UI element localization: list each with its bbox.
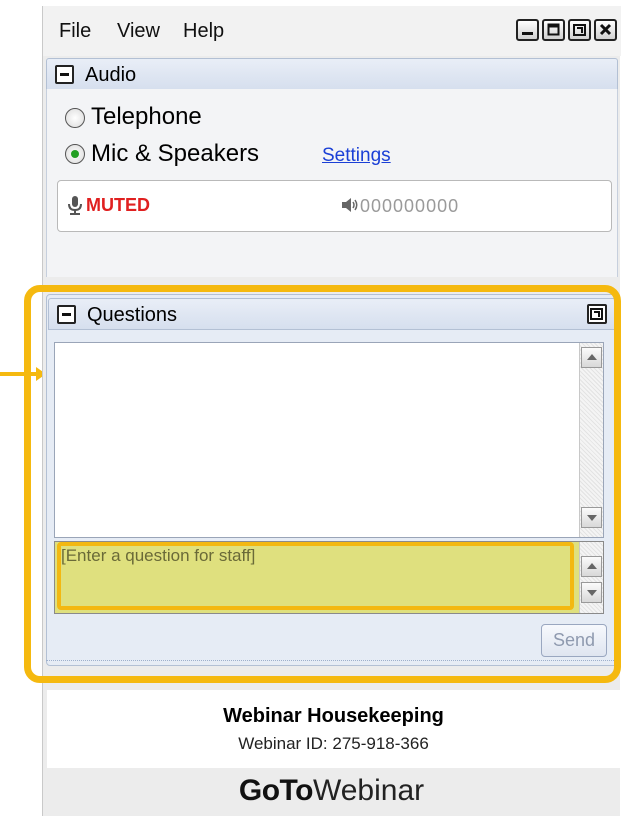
speaker-icon — [342, 198, 358, 212]
webinar-id: Webinar ID: 275-918-366 — [238, 734, 429, 753]
restore-icon — [573, 24, 586, 36]
questions-log[interactable] — [54, 342, 604, 538]
questions-log-scrollbar[interactable] — [579, 343, 603, 537]
question-input-scrollbar[interactable] — [579, 542, 603, 613]
popout-icon — [590, 308, 603, 320]
questions-panel-title: Questions — [87, 304, 178, 326]
audio-panel-title: Audio — [85, 64, 137, 86]
scroll-up-icon[interactable] — [581, 556, 602, 577]
question-input-box — [54, 541, 604, 614]
minimize-button[interactable] — [516, 19, 539, 41]
question-input[interactable] — [55, 542, 579, 613]
webinar-info: Webinar Housekeeping Webinar ID: 275-918… — [47, 690, 620, 768]
muted-status[interactable]: MUTED — [86, 195, 150, 215]
gotowebinar-control-panel: File View Help Audio Telephone Mic & Spe… — [42, 6, 621, 816]
panel-divider — [46, 660, 618, 666]
collapse-icon[interactable] — [55, 65, 74, 84]
minimize-icon — [522, 32, 533, 35]
settings-link[interactable]: Settings — [322, 145, 391, 167]
menu-file[interactable]: File — [59, 20, 91, 42]
radio-telephone[interactable] — [65, 108, 85, 128]
menu-view[interactable]: View — [117, 20, 160, 42]
maximize-button[interactable] — [542, 19, 565, 41]
close-icon — [599, 23, 612, 36]
questions-panel-header[interactable]: Questions — [48, 298, 616, 330]
radio-mic-speakers[interactable] — [65, 144, 85, 164]
popout-button[interactable] — [587, 304, 607, 324]
audio-panel: Telephone Mic & Speakers Settings MUTED … — [46, 89, 618, 277]
collapse-icon[interactable] — [57, 305, 76, 324]
scroll-down-icon[interactable] — [581, 582, 602, 603]
send-button[interactable]: Send — [541, 624, 607, 657]
speaker-level-meter: 000000000 — [360, 196, 460, 216]
webinar-title: Webinar Housekeeping — [223, 705, 444, 727]
restore-button[interactable] — [568, 19, 591, 41]
logo-bold-text: GoTo — [238, 774, 314, 807]
menu-bar: File View Help — [43, 6, 621, 56]
window-controls — [516, 19, 617, 41]
microphone-icon[interactable] — [66, 195, 84, 215]
mute-status-box: MUTED 000000000 — [57, 180, 612, 232]
close-button[interactable] — [594, 19, 617, 41]
scroll-down-icon[interactable] — [581, 507, 602, 528]
callout-line — [0, 372, 40, 376]
gotowebinar-logo: GoToWebinar — [43, 774, 620, 808]
telephone-label[interactable]: Telephone — [91, 104, 202, 130]
mic-speakers-label[interactable]: Mic & Speakers — [91, 141, 259, 167]
maximize-icon — [547, 23, 560, 36]
scroll-up-icon[interactable] — [581, 347, 602, 368]
menu-help[interactable]: Help — [183, 20, 224, 42]
logo-regular-text: Webinar — [312, 774, 425, 807]
audio-panel-header[interactable]: Audio — [46, 58, 618, 90]
